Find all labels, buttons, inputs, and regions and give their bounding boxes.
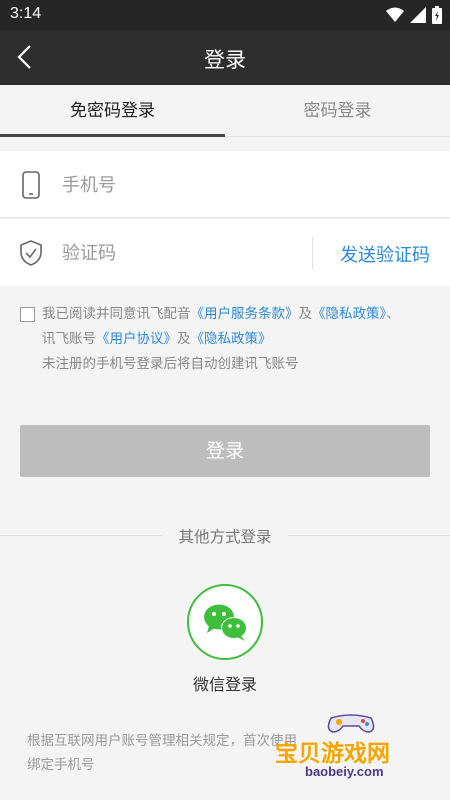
status-time: 3:14 (10, 5, 42, 22)
privacy-policy-link[interactable]: 《隐私政策》 (312, 306, 386, 322)
page-title: 登录 (204, 48, 246, 72)
tab-password-login[interactable]: 密码登录 (225, 85, 450, 137)
wechat-icon (204, 604, 247, 641)
agree-checkbox[interactable] (20, 307, 35, 322)
phone-field-row (0, 151, 450, 218)
phone-input[interactable] (62, 168, 292, 202)
wifi-icon (386, 7, 404, 22)
verification-code-input[interactable] (62, 236, 292, 270)
shield-check-icon (20, 240, 42, 266)
signal-icon (410, 7, 426, 23)
agreement-line-2: 讯飞账号《用户协议》及《隐私政策》 (42, 327, 272, 352)
service-terms-link[interactable]: 《用户服务条款》 (191, 306, 299, 322)
agreement-and: 及 (298, 306, 313, 322)
agreement-sep: 、 (386, 306, 400, 322)
account-privacy-link[interactable]: 《隐私政策》 (191, 331, 272, 347)
auto-register-note: 未注册的手机号登录后将自动创建讯飞账号 (42, 356, 299, 372)
watermark-text: 宝贝游戏网 (275, 741, 390, 767)
app-bar: 登录 (0, 30, 450, 85)
login-tabs: 免密码登录 密码登录 (0, 85, 450, 137)
status-bar: 3:14 (0, 0, 450, 30)
watermark-url: baobeiy.com (305, 764, 384, 779)
divider-right (288, 535, 450, 536)
send-code-button[interactable]: 发送验证码 (340, 241, 430, 267)
agreement-text: 我已阅读并同意讯飞配音 (42, 306, 191, 322)
agreement-line-1: 我已阅读并同意讯飞配音《用户服务条款》及《隐私政策》、 (42, 302, 400, 327)
login-button[interactable]: 登录 (20, 425, 430, 477)
user-agreement-link[interactable]: 《用户协议》 (96, 331, 177, 347)
wechat-login-button[interactable] (187, 584, 263, 660)
watermark: 宝贝游戏网 baobeiy.com (275, 710, 425, 795)
wechat-login-label: 微信登录 (192, 675, 257, 694)
tab-sms-login[interactable]: 免密码登录 (0, 85, 225, 137)
agreement-and: 及 (177, 331, 191, 347)
phone-icon (22, 171, 40, 199)
status-icons (386, 6, 442, 24)
active-tab-indicator (0, 134, 225, 137)
other-login-label: 其他方式登录 (178, 528, 272, 546)
battery-icon (432, 6, 442, 24)
agreement-text: 讯飞账号 (42, 331, 96, 347)
code-field-row: 发送验证码 (0, 219, 450, 286)
gamepad-icon (327, 714, 375, 733)
field-divider (312, 237, 313, 269)
